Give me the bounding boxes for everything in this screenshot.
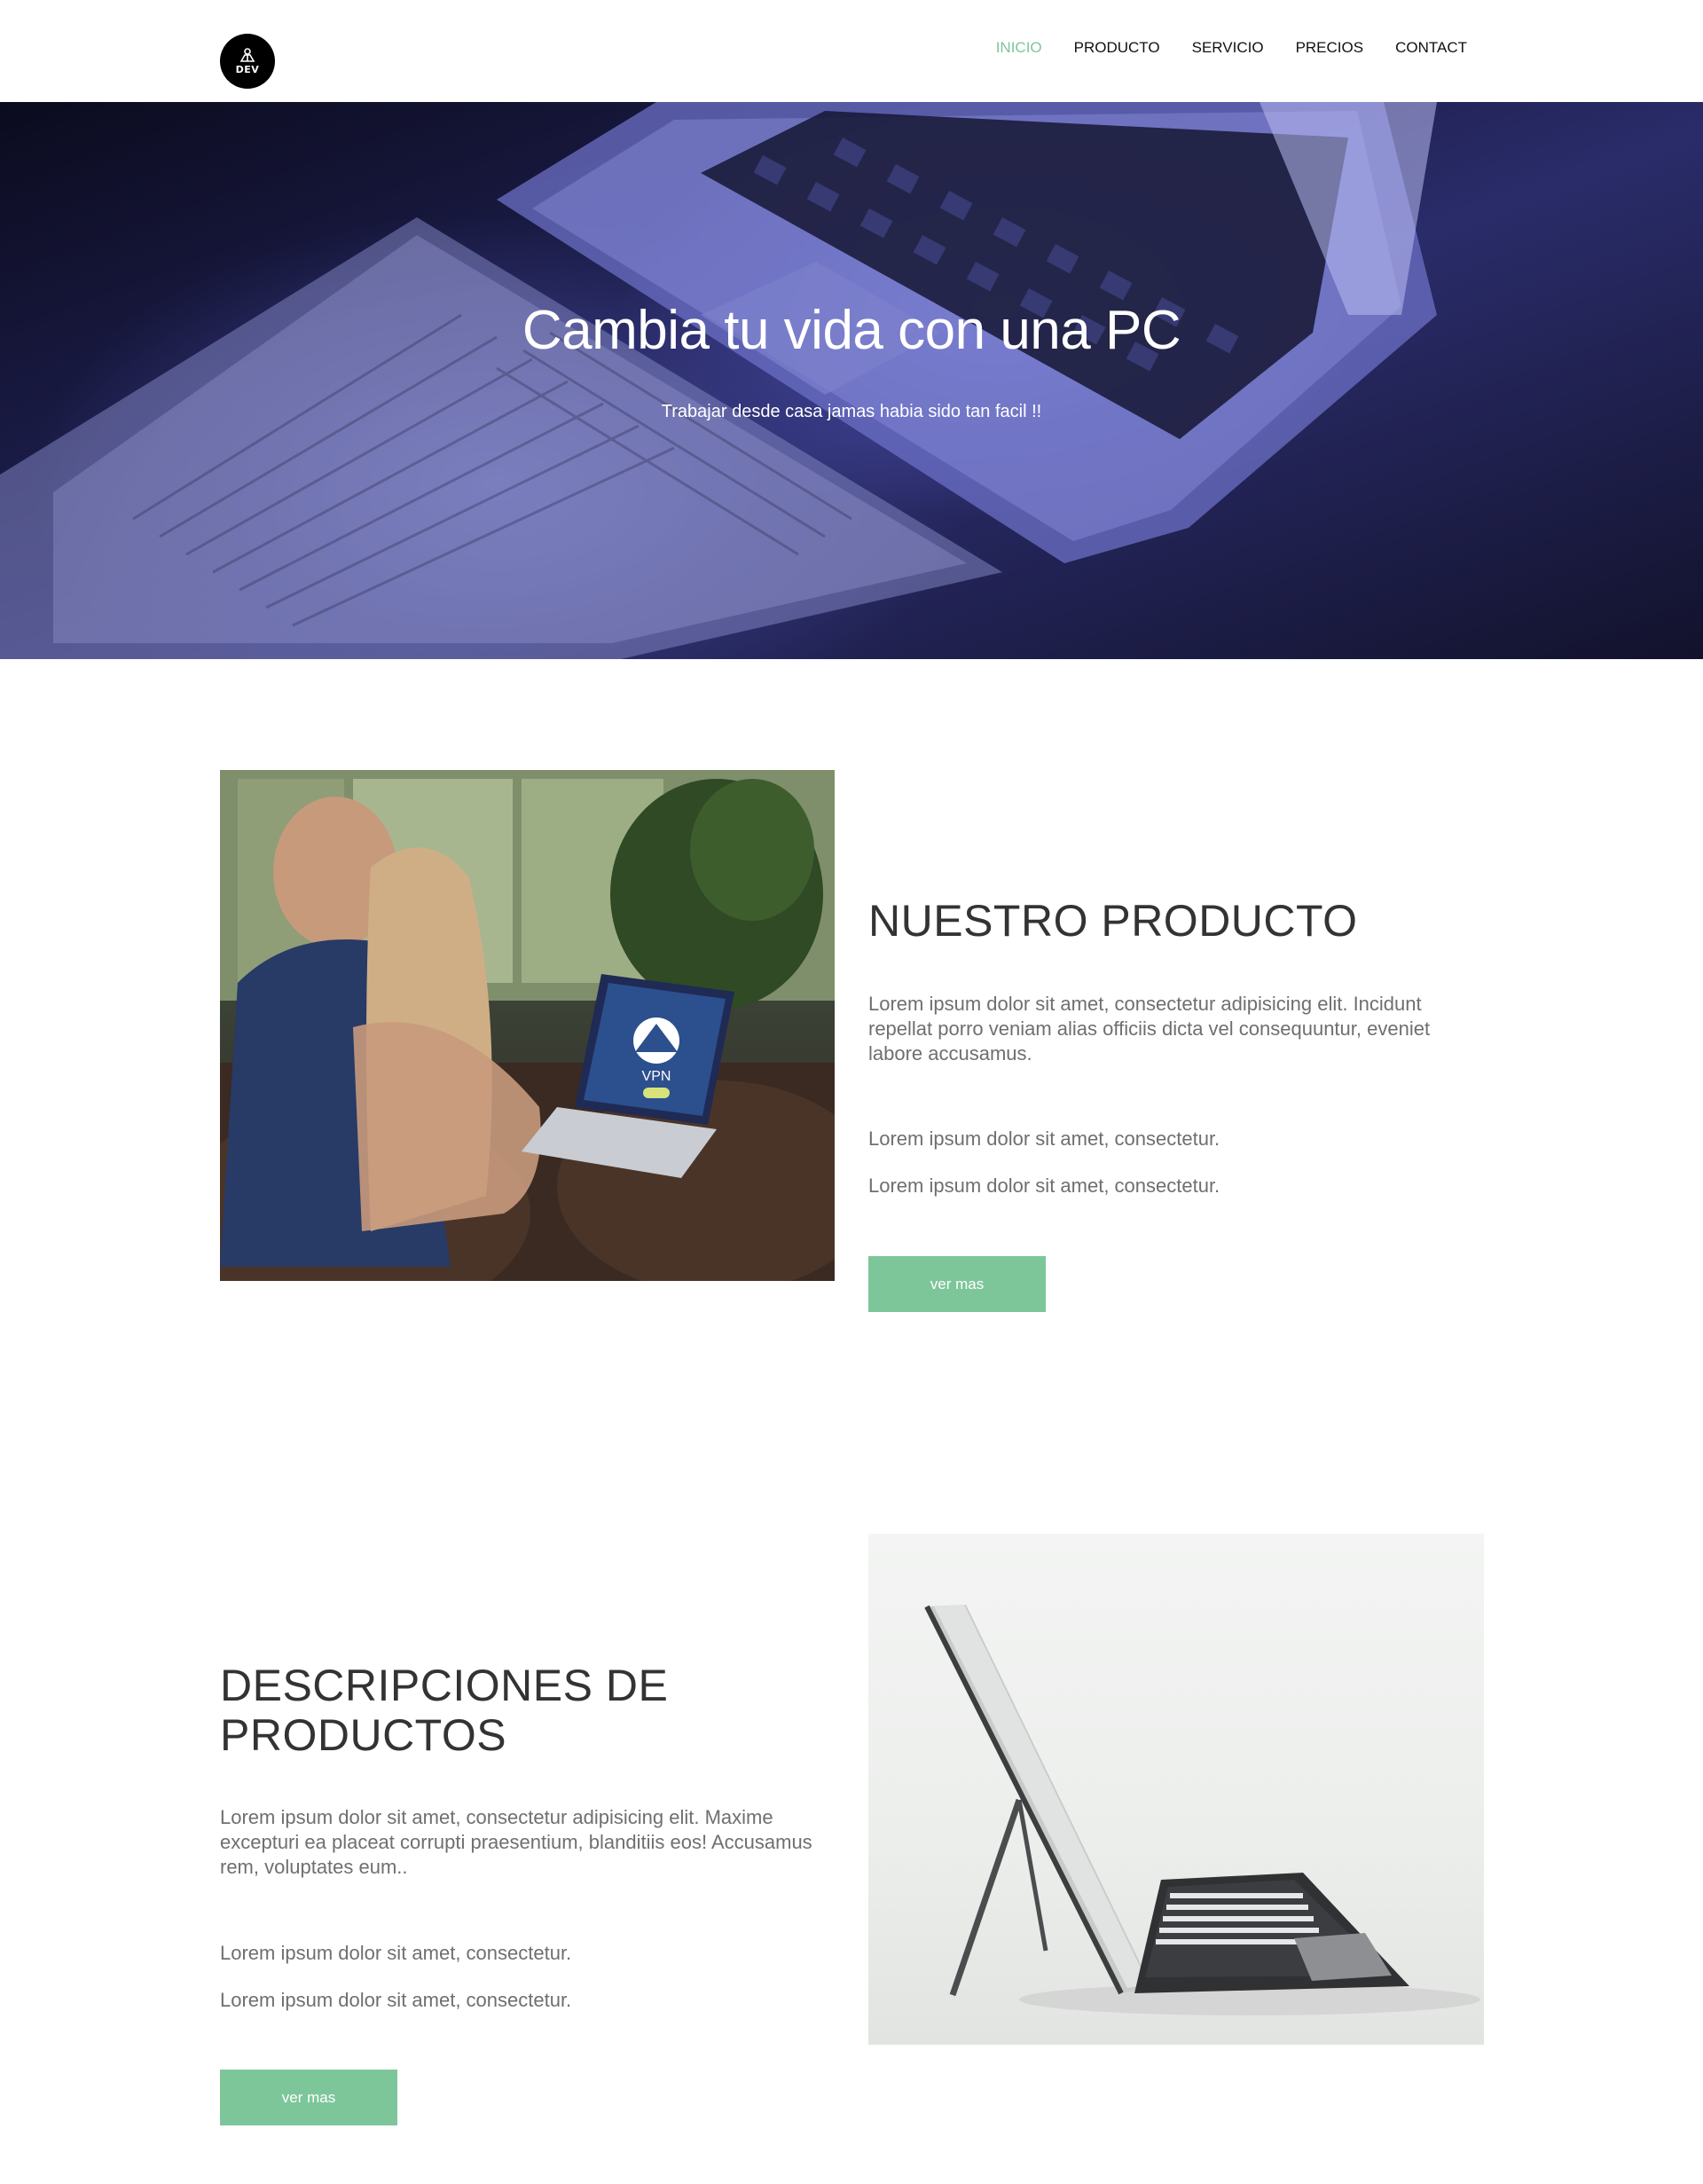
ver-mas-button-2[interactable]: ver mas	[220, 2070, 397, 2125]
section2-title-line2: PRODUCTOS	[220, 1710, 507, 1760]
nav-item-inicio[interactable]: INICIO	[996, 39, 1042, 57]
couple-laptop-photo: VPN	[220, 770, 835, 1281]
hero-subtitle: Trabajar desde casa jamas habia sido tan…	[661, 402, 1042, 421]
people-icon	[239, 47, 255, 62]
vpn-label: VPN	[642, 1069, 671, 1084]
nav-item-producto[interactable]: PRODUCTO	[1074, 39, 1160, 57]
hero-background-image	[0, 102, 1437, 659]
nav-item-precios[interactable]: PRECIOS	[1296, 39, 1364, 57]
site-header: DEV INICIO PRODUCTO SERVICIO PRECIOS CON…	[0, 0, 1703, 102]
ver-mas-button-1[interactable]: ver mas	[868, 1256, 1046, 1312]
section2-title: DESCRIPCIONES DE PRODUCTOS	[220, 1661, 668, 1760]
couple-laptop-illustration: VPN	[220, 770, 835, 1281]
hero-title: Cambia tu vida con una PC	[522, 300, 1181, 361]
section1-paragraph: Lorem ipsum dolor sit amet, consectetur …	[868, 993, 1431, 1065]
section2-line1: Lorem ipsum dolor sit amet, consectetur.	[220, 1942, 572, 1964]
section1-line1: Lorem ipsum dolor sit amet, consectetur.	[868, 1127, 1220, 1150]
section1-title: NUESTRO PRODUCTO	[868, 896, 1358, 946]
section1-line2: Lorem ipsum dolor sit amet, consectetur.	[868, 1174, 1220, 1197]
section2-line2: Lorem ipsum dolor sit amet, consectetur.	[220, 1989, 572, 2011]
logo-text: DEV	[235, 63, 260, 75]
tablet-laptop-photo	[868, 1534, 1484, 2045]
section2-title-line1: DESCRIPCIONES DE	[220, 1661, 669, 1710]
nav-item-contact[interactable]: CONTACT	[1395, 39, 1467, 57]
logo[interactable]: DEV	[220, 34, 275, 89]
main-nav: INICIO PRODUCTO SERVICIO PRECIOS CONTACT	[996, 39, 1467, 57]
section2-paragraph: Lorem ipsum dolor sit amet, consectetur …	[220, 1806, 812, 1878]
hero-banner: Cambia tu vida con una PC Trabajar desde…	[0, 102, 1703, 659]
tablet-laptop-illustration	[924, 1605, 1480, 2015]
nav-item-servicio[interactable]: SERVICIO	[1192, 39, 1264, 57]
